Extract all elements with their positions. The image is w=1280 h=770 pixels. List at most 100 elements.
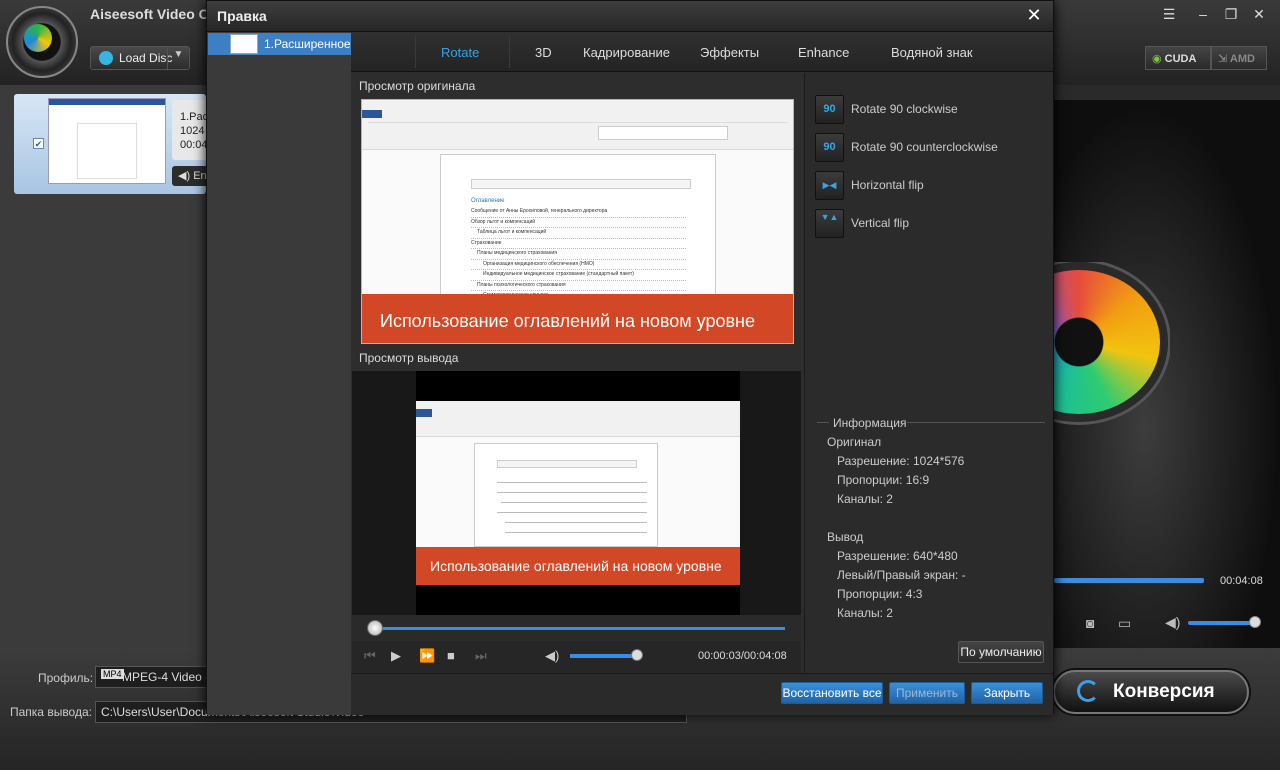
tab-3d[interactable]: 3D <box>535 45 552 60</box>
playback-time: 00:00:03/00:04:08 <box>698 650 787 662</box>
tab-watermark[interactable]: Водяной знак <box>891 45 973 60</box>
close-app-icon[interactable]: ✕ <box>1248 6 1270 24</box>
main-time: 00:04:08 <box>1220 575 1263 587</box>
logo-emblem-icon <box>24 24 52 52</box>
lens-graphic <box>1050 262 1170 427</box>
dialog-file-name: 1.Расширенное использование оглавлений <box>264 37 351 51</box>
info-output-title: Вывод <box>827 530 864 544</box>
previous-icon[interactable]: ⏮ <box>364 648 376 664</box>
toc-line: Таблица льгот и компенсаций <box>471 228 686 239</box>
stop-icon[interactable]: ■ <box>447 648 455 663</box>
convert-refresh-icon <box>1077 680 1099 702</box>
flip-vertical-icon: ▼▲ <box>815 209 844 238</box>
tab-rotate[interactable]: Rotate <box>441 45 479 60</box>
gpu-acceleration: ◉ CUDA ⇲ AMD <box>1145 46 1267 70</box>
slide-title-out: Использование оглавлений на новом уровне <box>416 547 740 585</box>
disc-icon <box>99 51 113 65</box>
rotate-panel <box>804 73 1053 673</box>
cuda-button[interactable]: ◉ CUDA <box>1145 46 1211 70</box>
info-output-3d: Левый/Правый экран: - <box>837 568 966 582</box>
main-progress-bar[interactable] <box>1054 578 1204 583</box>
amd-button[interactable]: ⇲ AMD <box>1211 46 1267 70</box>
dialog-file-item[interactable]: 1.Расширенное использование оглавлений <box>208 33 351 55</box>
tab-enhance[interactable]: Enhance <box>798 45 849 60</box>
dialog-titlebar <box>207 1 1053 32</box>
output-preview: Использование оглавлений на новом уровне <box>416 371 740 615</box>
info-original-channels: Каналы: 2 <box>837 492 893 506</box>
rotate-ccw-label: Rotate 90 counterclockwise <box>851 140 998 154</box>
doc-heading: Оглавление <box>471 198 505 204</box>
slide-title-orig: Использование оглавлений на новом уровне <box>362 294 793 343</box>
tab-crop[interactable]: Кадрирование <box>583 45 670 60</box>
profile-value: MPEG-4 Video (*.mp4) <box>122 670 209 684</box>
minimize-icon[interactable]: – <box>1192 6 1214 24</box>
word-ribbon <box>362 100 793 150</box>
dialog-title: Правка <box>217 8 267 24</box>
convert-button[interactable]: Конверсия <box>1053 670 1249 714</box>
toc-line: Страхование <box>471 239 686 249</box>
profile-select[interactable]: MP4MPEG-4 Video (*.mp4) <box>95 666 210 688</box>
rotate-cw-icon: 90 <box>815 95 844 124</box>
fast-forward-icon[interactable]: ⏩ <box>419 648 435 664</box>
snapshot-icon[interactable]: ◙ <box>1086 615 1094 631</box>
amd-icon: ⇲ <box>1218 53 1228 65</box>
file-thumbnail <box>48 98 166 184</box>
toc-line: Сообщение от Анны Ерохиловой, генерально… <box>471 207 686 218</box>
info-original-resolution: Разрешение: 1024*576 <box>837 454 965 468</box>
load-disc-label: Load Disc <box>119 51 173 65</box>
divider <box>817 422 829 423</box>
cuda-label: CUDA <box>1164 53 1197 65</box>
load-disc-button[interactable]: Load Disc ▼ <box>90 46 190 70</box>
tab-effects[interactable]: Эффекты <box>700 45 759 60</box>
original-preview: Оглавление Сообщение от Анны Ерохиловой,… <box>361 99 794 344</box>
volume-icon[interactable]: ◀) <box>545 648 559 664</box>
main-volume-knob[interactable] <box>1249 616 1261 628</box>
convert-label: Конверсия <box>1113 681 1215 702</box>
edit-tabs: Rotate 3D Кадрирование Эффекты Enhance В… <box>351 32 1053 72</box>
toc-line: Планы психологического страхования <box>471 281 686 291</box>
restore-icon[interactable]: ❐ <box>1220 6 1242 24</box>
dialog-close-icon[interactable]: ✕ <box>1023 5 1045 27</box>
speaker-icon: ◀) <box>178 170 191 182</box>
edit-dialog: Правка ✕ 1.Расширенное использование огл… <box>206 0 1054 715</box>
file-checkbox[interactable]: ✔ <box>33 138 44 149</box>
original-preview-label: Просмотр оригинала <box>359 79 476 93</box>
toc-line: Организация медицинского обеспечения (HM… <box>471 260 686 270</box>
seek-slider[interactable] <box>372 627 785 630</box>
apply-button[interactable]: Применить <box>889 682 965 704</box>
volume-slider[interactable] <box>570 654 636 658</box>
dialog-file-thumbnail <box>230 34 258 54</box>
folder-icon[interactable]: ▭ <box>1118 615 1131 632</box>
toc-line: Планы медицинского страхования <box>471 249 686 260</box>
next-icon[interactable]: ⏭ <box>475 648 487 664</box>
info-output-aspect: Пропорции: 4:3 <box>837 587 923 601</box>
restore-all-button[interactable]: Восстановить все <box>781 682 883 704</box>
play-icon[interactable]: ▶ <box>391 648 401 664</box>
amd-label: AMD <box>1229 53 1255 65</box>
doc-toc: Сообщение от Анны Ерохиловой, генерально… <box>471 207 686 302</box>
dialog-file-list: 1.Расширенное использование оглавлений <box>207 32 351 715</box>
divider <box>907 422 1045 423</box>
volume-icon[interactable]: ◀) <box>1165 614 1180 631</box>
menu-icon[interactable]: ☰ <box>1158 6 1180 24</box>
default-button[interactable]: По умолчанию <box>958 641 1044 663</box>
seek-knob[interactable] <box>367 620 383 636</box>
chevron-down-icon[interactable]: ▼ <box>167 47 189 69</box>
rotate-cw-label: Rotate 90 clockwise <box>851 102 958 116</box>
info-original-aspect: Пропорции: 16:9 <box>837 473 930 487</box>
vertical-flip-label: Vertical flip <box>851 216 910 230</box>
main-volume-slider[interactable] <box>1188 621 1258 625</box>
horizontal-flip-label: Horizontal flip <box>851 178 924 192</box>
profile-label: Профиль: <box>38 671 94 685</box>
word-page: Оглавление Сообщение от Анны Ерохиловой,… <box>440 154 716 304</box>
flip-horizontal-icon: ▶◀ <box>815 171 844 200</box>
rotate-ccw-icon: 90 <box>815 133 844 162</box>
info-output-resolution: Разрешение: 640*480 <box>837 549 958 563</box>
close-button[interactable]: Закрыть <box>971 682 1043 704</box>
volume-knob[interactable] <box>631 649 643 661</box>
toc-line: Обзор льгот и компенсаций <box>471 218 686 228</box>
info-title: Информация <box>833 416 907 430</box>
info-output-channels: Каналы: 2 <box>837 606 893 620</box>
output-folder-label: Папка вывода: <box>10 705 92 719</box>
output-preview-label: Просмотр вывода <box>359 351 459 365</box>
